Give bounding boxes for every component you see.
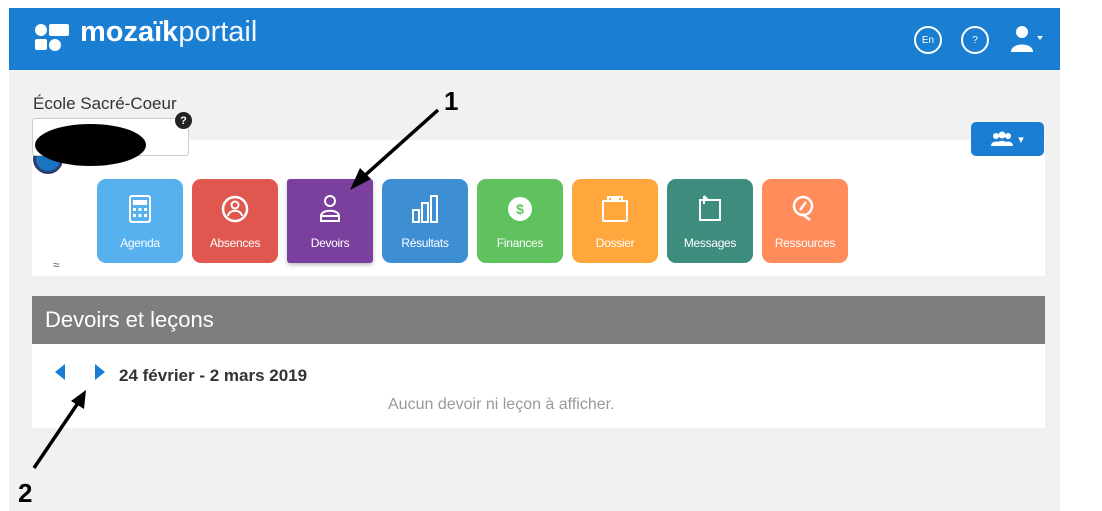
- empty-message: Aucun devoir ni leçon à afficher.: [388, 396, 615, 413]
- calendar-icon: [129, 195, 151, 223]
- person-icon: [320, 195, 340, 222]
- tile-label: Agenda: [120, 236, 160, 250]
- group-menu-button[interactable]: ▾: [971, 122, 1044, 156]
- language-button[interactable]: En: [914, 26, 942, 54]
- tile-label: Devoirs: [310, 236, 350, 250]
- redaction-overlay: [35, 124, 146, 166]
- tile-messages[interactable]: Messages: [667, 179, 753, 263]
- tile-dossier[interactable]: Dossier: [572, 179, 658, 263]
- tile-devoirs[interactable]: Devoirs: [287, 179, 373, 263]
- bar-chart-icon: [412, 195, 438, 223]
- tile-label: Absences: [209, 236, 261, 250]
- chevron-down-icon: ▾: [1018, 133, 1024, 146]
- next-week-icon[interactable]: [93, 363, 107, 381]
- section-body: [32, 344, 1045, 428]
- tile-resultats[interactable]: Résultats: [382, 179, 468, 263]
- previous-week-icon[interactable]: [53, 363, 67, 381]
- folder-icon: [602, 196, 628, 222]
- tile-label: Ressources: [774, 236, 836, 250]
- svg-text:$: $: [516, 201, 524, 217]
- school-name: École Sacré-Coeur: [33, 94, 177, 113]
- tile-finances[interactable]: $ Finances: [477, 179, 563, 263]
- tile-ressources[interactable]: Ressources: [762, 179, 848, 263]
- annotation-label-1: 1: [444, 86, 459, 116]
- mozaik-logo-icon[interactable]: [34, 22, 72, 52]
- user-menu-icon[interactable]: [1008, 24, 1046, 54]
- tile-label: Messages: [683, 236, 737, 250]
- collapse-icon[interactable]: ≈: [53, 258, 60, 272]
- section-title: Devoirs et leçons: [45, 307, 214, 332]
- logo-bold: mozaïk: [80, 16, 179, 48]
- tile-label: Résultats: [401, 236, 449, 250]
- app-logo[interactable]: mozaïkportail: [80, 14, 257, 50]
- tile-label: Finances: [496, 236, 544, 250]
- tile-agenda[interactable]: Agenda: [97, 179, 183, 263]
- logo-light: portail: [178, 16, 258, 48]
- message-icon: [699, 195, 721, 221]
- tile-label: Dossier: [595, 236, 635, 250]
- group-icon: [991, 131, 1014, 146]
- help-button[interactable]: ?: [961, 26, 989, 54]
- week-range: 24 février - 2 mars 2019: [119, 366, 308, 385]
- tile-absences[interactable]: Absences: [192, 179, 278, 263]
- section-header: Devoirs et leçons: [32, 296, 1045, 344]
- annotation-label-2: 2: [18, 478, 33, 508]
- resource-icon: [792, 195, 814, 221]
- dollar-coin-icon: $: [508, 197, 532, 221]
- person-circle-icon: [221, 195, 249, 223]
- child-help-badge[interactable]: ?: [175, 112, 192, 129]
